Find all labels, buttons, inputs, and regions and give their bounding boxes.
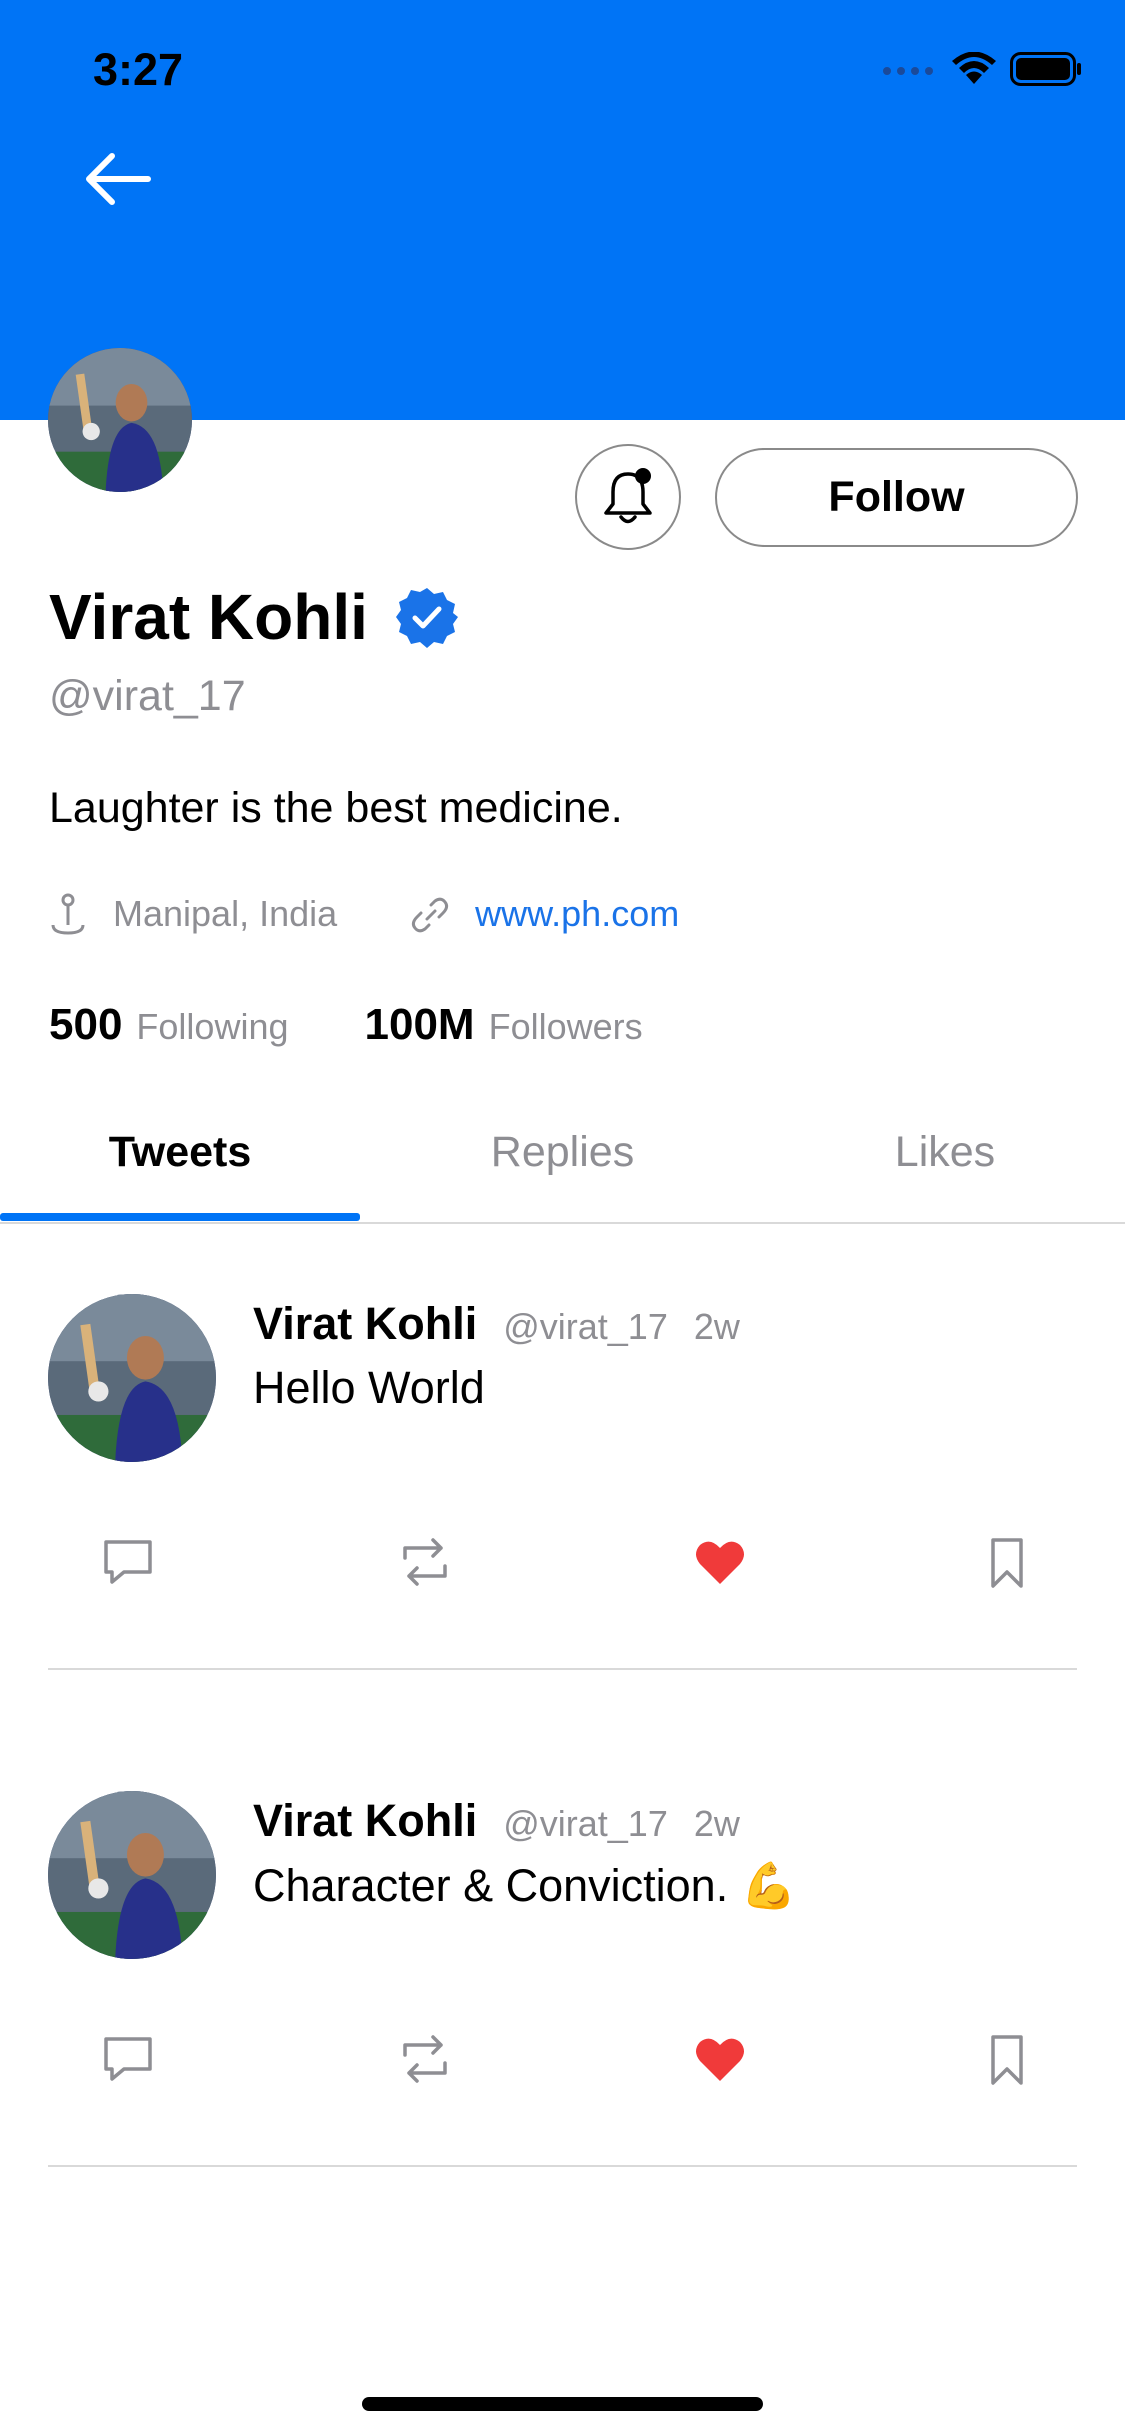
tweet-divider <box>48 1668 1077 1670</box>
avatar-image <box>48 1791 216 1959</box>
followers-count[interactable]: 100M <box>365 1000 475 1050</box>
profile-avatar[interactable] <box>48 348 192 492</box>
wifi-icon <box>952 52 996 84</box>
bookmark-icon[interactable] <box>979 1534 1035 1590</box>
tweet-header: Virat Kohli @virat_17 2w <box>253 1298 740 1350</box>
tweet-author-name[interactable]: Virat Kohli <box>253 1795 477 1847</box>
tweet-divider <box>48 2165 1077 2167</box>
comment-icon[interactable] <box>100 1534 156 1590</box>
profile-website-link[interactable]: www.ph.com <box>475 893 679 935</box>
retweet-icon[interactable] <box>397 2031 453 2087</box>
comment-icon[interactable] <box>100 2031 156 2087</box>
battery-icon <box>1010 52 1081 86</box>
arrow-left-icon <box>86 153 151 205</box>
tweet-author-handle: @virat_17 <box>503 1803 668 1844</box>
bell-icon <box>604 468 652 524</box>
follow-button[interactable]: Follow <box>715 448 1078 547</box>
profile-location: Manipal, India <box>113 893 338 934</box>
notifications-button[interactable] <box>575 444 681 550</box>
back-button[interactable] <box>82 150 154 208</box>
avatar-image <box>48 348 192 492</box>
tweet-text: Hello World <box>253 1362 485 1413</box>
active-tab-indicator <box>0 1213 360 1221</box>
location-pin-icon <box>51 893 85 935</box>
tweet-time: 2w <box>693 1306 740 1347</box>
name-row: Virat Kohli <box>49 580 458 654</box>
link-icon <box>412 897 449 933</box>
tweet-time: 2w <box>693 1803 740 1844</box>
tweet-author-handle: @virat_17 <box>503 1306 668 1347</box>
followers-label[interactable]: Followers <box>489 1006 643 1048</box>
retweet-icon[interactable] <box>397 1534 453 1590</box>
tab-tweets[interactable]: Tweets <box>0 1120 360 1222</box>
profile-handle: @virat_17 <box>49 672 246 720</box>
avatar-image <box>48 1294 216 1462</box>
heart-icon[interactable] <box>692 1534 748 1590</box>
tweet-actions <box>0 1534 1125 1594</box>
profile-name: Virat Kohli <box>49 581 368 653</box>
profile-tabs: Tweets Replies Likes <box>0 1120 1125 1224</box>
tweet-avatar[interactable] <box>48 1294 216 1462</box>
tweet-header: Virat Kohli @virat_17 2w <box>253 1795 740 1847</box>
bookmark-icon[interactable] <box>979 2031 1035 2087</box>
following-label[interactable]: Following <box>136 1006 288 1048</box>
profile-meta: Manipal, India www.ph.com <box>49 893 679 935</box>
profile-screen: 3:27 Follow Virat Kohli @virat_17 Laught… <box>0 0 1125 2436</box>
cellular-signal-icon <box>883 67 933 75</box>
tweet-text: Character & Conviction. 💪 <box>253 1860 797 1911</box>
tweet-avatar[interactable] <box>48 1791 216 1959</box>
tweet-author-name[interactable]: Virat Kohli <box>253 1298 477 1350</box>
profile-bio: Laughter is the best medicine. <box>49 784 623 832</box>
home-indicator[interactable] <box>362 2397 763 2411</box>
status-time: 3:27 <box>93 44 184 95</box>
tweet-actions <box>0 2031 1125 2091</box>
following-count[interactable]: 500 <box>49 1000 122 1050</box>
tab-replies[interactable]: Replies <box>360 1120 765 1222</box>
status-icons <box>882 52 1082 86</box>
heart-icon[interactable] <box>692 2031 748 2087</box>
tab-likes[interactable]: Likes <box>765 1120 1125 1222</box>
profile-stats: 500 Following 100M Followers <box>49 1000 643 1050</box>
verified-badge-icon <box>395 588 458 648</box>
